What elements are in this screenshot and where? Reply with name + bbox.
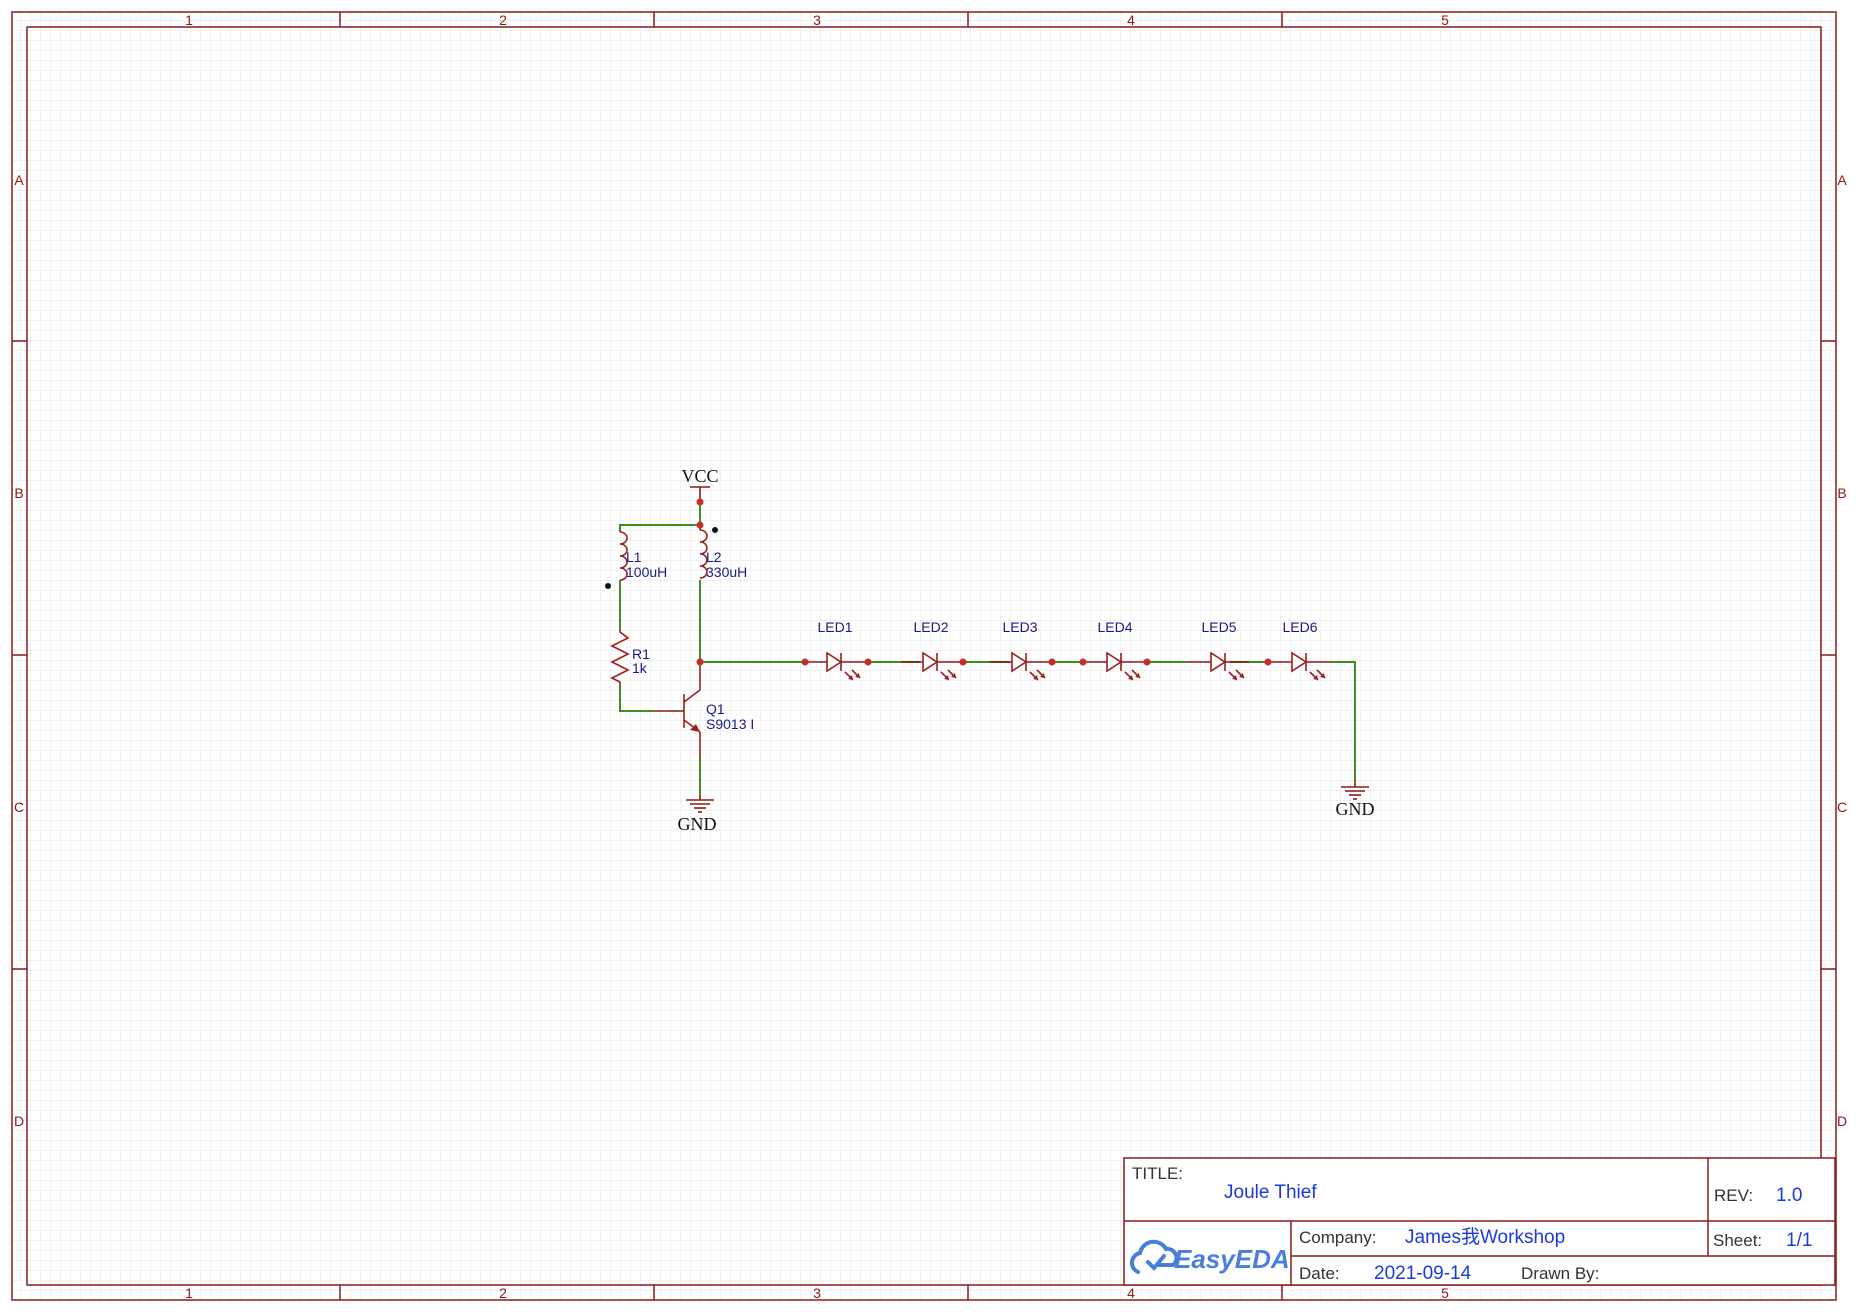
gnd-right-label: GND (1336, 799, 1375, 819)
schematic-sheet: 1 2 3 4 5 1 2 3 4 5 A B C D A B C D VCC … (0, 0, 1862, 1312)
zone-col-3-top: 3 (813, 12, 821, 28)
rev-label: REV: (1714, 1186, 1753, 1205)
zone-row-b-left: B (14, 485, 23, 501)
l1-ref: L1 (626, 549, 642, 565)
zone-col-1-bottom: 1 (185, 1285, 193, 1301)
sheet-label: Sheet: (1713, 1231, 1762, 1250)
l2-value: 330uH (706, 564, 747, 580)
zone-col-5-bottom: 5 (1441, 1285, 1449, 1301)
zone-col-2-bottom: 2 (499, 1285, 507, 1301)
zone-row-d-right: D (1837, 1113, 1847, 1129)
l2-ref: L2 (706, 549, 722, 565)
title-value: Joule Thief (1224, 1182, 1317, 1203)
zone-col-1-top: 1 (185, 12, 193, 28)
company-value: James我Workshop (1405, 1226, 1565, 1248)
led4-ref: LED4 (1097, 619, 1132, 635)
background-grid (12, 12, 1836, 1300)
l1-value: 100uH (626, 564, 667, 580)
vcc-label: VCC (681, 466, 718, 486)
title-label: TITLE: (1132, 1164, 1183, 1183)
zone-row-d-left: D (14, 1113, 24, 1129)
logo-text: EasyEDA (1174, 1244, 1290, 1274)
zone-col-4-bottom: 4 (1127, 1285, 1135, 1301)
q1-ref: Q1 (706, 701, 725, 717)
date-label: Date: (1299, 1264, 1340, 1283)
led1-ref: LED1 (817, 619, 852, 635)
r1-value: 1k (632, 660, 648, 676)
company-label: Company: (1299, 1228, 1376, 1247)
sheet-value: 1/1 (1786, 1230, 1812, 1251)
zone-row-a-left: A (14, 172, 24, 188)
title-block: TITLE: Joule Thief REV: 1.0 Company: Jam… (1123, 1157, 1836, 1286)
zone-row-c-left: C (14, 799, 24, 815)
date-value: 2021-09-14 (1374, 1263, 1472, 1284)
q1-value: S9013 I (706, 716, 754, 732)
zone-row-a-right: A (1837, 172, 1847, 188)
zone-col-3-bottom: 3 (813, 1285, 821, 1301)
drawn-by-label: Drawn By: (1521, 1264, 1599, 1283)
led5-ref: LED5 (1201, 619, 1236, 635)
l1-polarity-dot (605, 583, 611, 589)
led6-ref: LED6 (1282, 619, 1317, 635)
zone-col-2-top: 2 (499, 12, 507, 28)
zone-col-4-top: 4 (1127, 12, 1135, 28)
l2-polarity-dot (712, 527, 718, 533)
zone-row-b-right: B (1837, 485, 1846, 501)
gnd-left-label: GND (678, 814, 717, 834)
led3-ref: LED3 (1002, 619, 1037, 635)
led2-ref: LED2 (913, 619, 948, 635)
zone-row-c-right: C (1837, 799, 1847, 815)
rev-value: 1.0 (1776, 1185, 1802, 1206)
zone-col-5-top: 5 (1441, 12, 1449, 28)
